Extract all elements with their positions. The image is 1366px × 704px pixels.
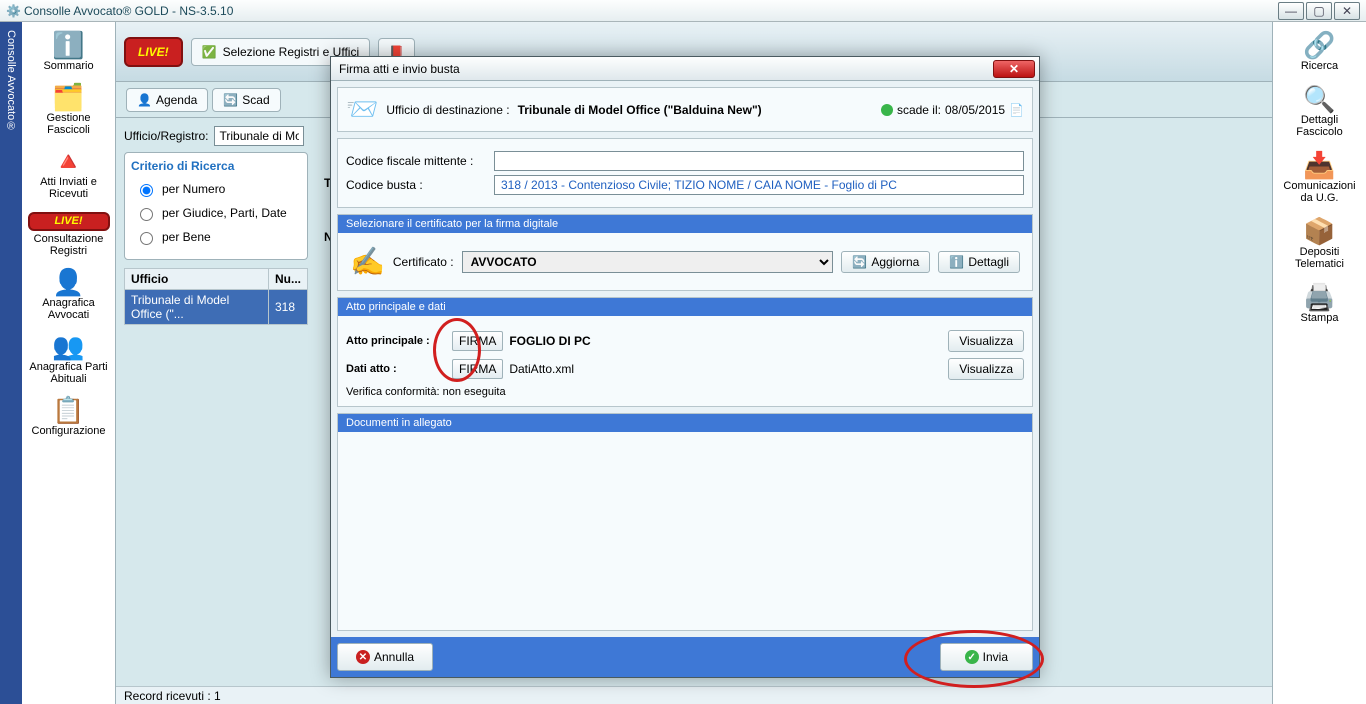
aggiorna-button[interactable]: 🔄Aggiorna <box>841 251 930 273</box>
calendar-icon[interactable]: 📄 <box>1009 103 1024 117</box>
results-grid: UfficioNu... Tribunale di Model Office (… <box>124 268 308 325</box>
nav-anagrafica-parti[interactable]: 👥Anagrafica Parti Abituali <box>26 329 112 389</box>
annulla-button[interactable]: ✕Annulla <box>337 643 433 671</box>
user-icon: 👤 <box>137 93 152 107</box>
allegati-header: Documenti in allegato <box>338 414 1032 432</box>
brand-strip: Consolle Avvocato® <box>0 22 22 704</box>
nav-depositi[interactable]: 📦Depositi Telematici <box>1277 214 1363 274</box>
destination-panel: 📨 Ufficio di destinazione : Tribunale di… <box>337 87 1033 132</box>
clipboard-icon: 📋 <box>28 397 110 423</box>
info-icon: ℹ️ <box>949 255 964 269</box>
cf-field[interactable] <box>494 151 1024 171</box>
folder-icon: 🗂️ <box>28 84 110 110</box>
atto-filename: FOGLIO DI PC <box>509 334 590 348</box>
pen-icon: ✍️ <box>350 245 385 278</box>
nav-ricerca[interactable]: 🔗Ricerca <box>1277 28 1363 76</box>
modal-firma-invio: Firma atti e invio busta ✕ 📨 Ufficio di … <box>330 56 1040 678</box>
opt-per-numero[interactable] <box>140 184 153 197</box>
window-titlebar: ⚙️ Consolle Avvocato® GOLD - NS-3.5.10 —… <box>0 0 1366 22</box>
invia-button[interactable]: ✓Invia <box>940 643 1033 671</box>
ok-icon: ✓ <box>965 650 979 664</box>
atto-label: Atto principale : <box>346 335 446 347</box>
dest-value: Tribunale di Model Office ("Balduina New… <box>518 103 762 117</box>
agenda-button[interactable]: 👤Agenda <box>126 88 208 112</box>
modal-footer: ✕Annulla ✓Invia <box>331 637 1039 677</box>
live-icon: LIVE! <box>28 212 110 231</box>
status-ok-icon <box>881 104 893 116</box>
firma-dati-button[interactable]: FIRMA <box>452 359 503 379</box>
link-icon: 🔗 <box>1279 32 1361 58</box>
search-doc-icon: 🔍 <box>1279 86 1361 112</box>
firma-atto-button[interactable]: FIRMA <box>452 331 503 351</box>
modal-title: Firma atti e invio busta <box>339 62 993 76</box>
opt-per-giudice[interactable] <box>140 208 153 221</box>
person-icon: 👤 <box>28 269 110 295</box>
left-nav: ℹ️Sommario 🗂️Gestione Fascicoli 🔺Atti In… <box>22 22 116 704</box>
visualizza-dati-button[interactable]: Visualizza <box>948 358 1024 380</box>
inbox-icon: 📥 <box>1279 152 1361 178</box>
atto-header: Atto principale e dati <box>338 298 1032 316</box>
shapes-icon: 🔺 <box>28 148 110 174</box>
col-ufficio[interactable]: Ufficio <box>125 269 269 290</box>
refresh-icon: 🔄 <box>852 255 867 269</box>
cancel-icon: ✕ <box>356 650 370 664</box>
cb-label: Codice busta : <box>346 178 486 192</box>
nav-sommario[interactable]: ℹ️Sommario <box>26 28 112 76</box>
live-badge: LIVE! <box>124 37 183 67</box>
criterio-legend: Criterio di Ricerca <box>131 159 297 173</box>
allegati-box: Documenti in allegato <box>337 413 1033 631</box>
criterio-ricerca-group: Criterio di Ricerca per Numero per Giudi… <box>124 152 308 260</box>
people-icon: 👥 <box>28 333 110 359</box>
minimize-button[interactable]: — <box>1278 2 1304 20</box>
ufficio-label: Ufficio/Registro: <box>124 129 208 143</box>
nav-comunicazioni[interactable]: 📥Comunicazioni da U.G. <box>1277 148 1363 208</box>
opt-per-bene[interactable] <box>140 232 153 245</box>
nav-atti-inviati[interactable]: 🔺Atti Inviati e Ricevuti <box>26 144 112 204</box>
table-row[interactable]: Tribunale di Model Office ("...318 <box>125 290 308 325</box>
ufficio-select[interactable] <box>214 126 304 146</box>
envelope-icon: 📨 <box>346 94 378 125</box>
scadenze-button[interactable]: 🔄Scad <box>212 88 280 112</box>
nav-configurazione[interactable]: 📋Configurazione <box>26 393 112 441</box>
dati-filename: DatiAtto.xml <box>509 362 574 376</box>
dest-label: Ufficio di destinazione : <box>386 103 509 117</box>
expiry-label: scade il: <box>897 103 941 117</box>
app-icon: ⚙️ <box>6 4 20 18</box>
dati-label: Dati atto : <box>346 363 446 375</box>
dettagli-button[interactable]: ℹ️Dettagli <box>938 251 1020 273</box>
nav-stampa[interactable]: 🖨️Stampa <box>1277 280 1363 328</box>
atto-box: Atto principale e dati Atto principale :… <box>337 297 1033 407</box>
close-button[interactable]: ✕ <box>1334 2 1360 20</box>
cb-field[interactable]: 318 / 2013 - Contenzioso Civile; TIZIO N… <box>494 175 1024 195</box>
allegati-list <box>338 432 1032 592</box>
mittente-box: Codice fiscale mittente : Codice busta :… <box>337 138 1033 208</box>
cf-label: Codice fiscale mittente : <box>346 154 486 168</box>
nav-anagrafica-avvocati[interactable]: 👤Anagrafica Avvocati <box>26 265 112 325</box>
cert-select[interactable]: AVVOCATO <box>462 251 834 273</box>
cert-label: Certificato : <box>393 255 454 269</box>
verifica-text: Verifica conformità: non eseguita <box>346 386 1024 398</box>
printer-icon: 🖨️ <box>1279 284 1361 310</box>
expiry-value: 08/05/2015 <box>945 103 1005 117</box>
nav-dettagli-fascicolo[interactable]: 🔍Dettagli Fascicolo <box>1277 82 1363 142</box>
nav-consultazione-registri[interactable]: LIVE!Consultazione Registri <box>26 208 112 261</box>
checklist-icon: ✅ <box>202 45 217 59</box>
status-bar: Record ricevuti : 1 <box>116 686 1272 704</box>
col-numero[interactable]: Nu... <box>269 269 308 290</box>
info-icon: ℹ️ <box>28 32 110 58</box>
modal-close-button[interactable]: ✕ <box>993 60 1035 78</box>
visualizza-atto-button[interactable]: Visualizza <box>948 330 1024 352</box>
package-icon: 📦 <box>1279 218 1361 244</box>
window-title: Consolle Avvocato® GOLD - NS-3.5.10 <box>24 4 1278 18</box>
cert-header: Selezionare il certificato per la firma … <box>338 215 1032 233</box>
maximize-button[interactable]: ▢ <box>1306 2 1332 20</box>
refresh-icon: 🔄 <box>223 93 238 107</box>
nav-gestione-fascicoli[interactable]: 🗂️Gestione Fascicoli <box>26 80 112 140</box>
right-nav: 🔗Ricerca 🔍Dettagli Fascicolo 📥Comunicazi… <box>1272 22 1366 704</box>
certificato-box: Selezionare il certificato per la firma … <box>337 214 1033 291</box>
